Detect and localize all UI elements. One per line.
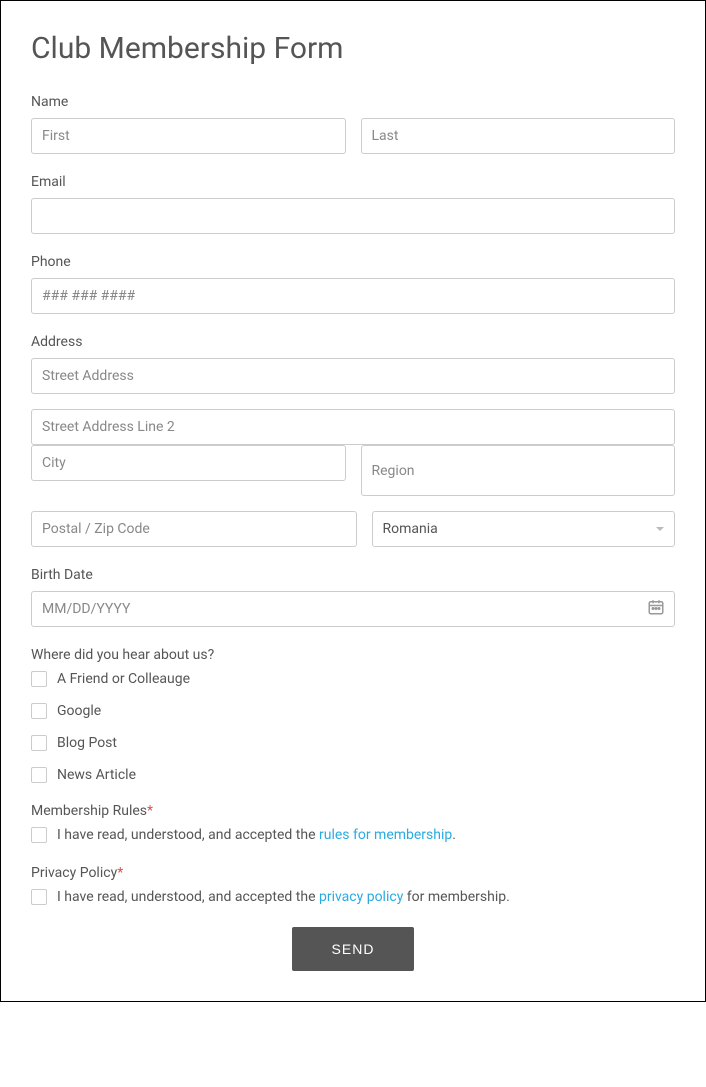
chevron-down-icon	[656, 527, 664, 531]
checkbox-friend[interactable]	[31, 671, 47, 687]
last-name-input[interactable]	[361, 118, 676, 154]
hear-about-option: Blog Post	[31, 735, 675, 751]
first-name-input[interactable]	[31, 118, 346, 154]
send-button[interactable]: SEND	[292, 927, 415, 971]
hear-about-label: Where did you hear about us?	[31, 647, 675, 663]
name-field-group: Name	[31, 94, 675, 154]
membership-rules-label: Membership Rules*	[31, 803, 675, 819]
hear-about-field-group: Where did you hear about us? A Friend or…	[31, 647, 675, 783]
checkbox-google[interactable]	[31, 703, 47, 719]
privacy-text: I have read, understood, and accepted th…	[57, 889, 510, 905]
membership-form: Club Membership Form Name Email Phone Ad…	[0, 0, 706, 1002]
email-field-group: Email	[31, 174, 675, 234]
address-field-group: Address Romania	[31, 334, 675, 547]
phone-input[interactable]	[31, 278, 675, 314]
checkbox-label: Google	[57, 703, 101, 719]
required-asterisk: *	[117, 865, 123, 881]
phone-field-group: Phone	[31, 254, 675, 314]
postal-code-input[interactable]	[31, 511, 357, 547]
checkbox-news[interactable]	[31, 767, 47, 783]
checkbox-label: News Article	[57, 767, 136, 783]
country-value: Romania	[383, 521, 438, 537]
email-label: Email	[31, 174, 675, 190]
street-address-input[interactable]	[31, 358, 675, 394]
phone-label: Phone	[31, 254, 675, 270]
address-label: Address	[31, 334, 675, 350]
hear-about-option: Google	[31, 703, 675, 719]
privacy-policy-checkbox-item: I have read, understood, and accepted th…	[31, 889, 675, 905]
checkbox-label: A Friend or Colleauge	[57, 671, 190, 687]
country-select[interactable]: Romania	[372, 511, 676, 547]
privacy-policy-group: Privacy Policy* I have read, understood,…	[31, 865, 675, 905]
birthdate-field-group: Birth Date	[31, 567, 675, 627]
form-title: Club Membership Form	[31, 31, 675, 66]
membership-rules-group: Membership Rules* I have read, understoo…	[31, 803, 675, 843]
membership-rules-checkbox-item: I have read, understood, and accepted th…	[31, 827, 675, 843]
rules-link[interactable]: rules for membership	[319, 827, 452, 843]
checkbox-label: Blog Post	[57, 735, 117, 751]
required-asterisk: *	[147, 803, 153, 819]
name-label: Name	[31, 94, 675, 110]
street-address-2-input[interactable]	[31, 409, 675, 445]
checkbox-blog[interactable]	[31, 735, 47, 751]
birthdate-input[interactable]	[31, 591, 675, 627]
hear-about-option: News Article	[31, 767, 675, 783]
privacy-link[interactable]: privacy policy	[319, 889, 403, 905]
calendar-icon[interactable]	[647, 598, 665, 620]
birthdate-label: Birth Date	[31, 567, 675, 583]
email-input[interactable]	[31, 198, 675, 234]
rules-text: I have read, understood, and accepted th…	[57, 827, 456, 843]
checkbox-rules[interactable]	[31, 827, 47, 843]
hear-about-option: A Friend or Colleauge	[31, 671, 675, 687]
checkbox-privacy[interactable]	[31, 889, 47, 905]
privacy-policy-label: Privacy Policy*	[31, 865, 675, 881]
region-input[interactable]	[361, 445, 676, 496]
city-input[interactable]	[31, 445, 346, 481]
